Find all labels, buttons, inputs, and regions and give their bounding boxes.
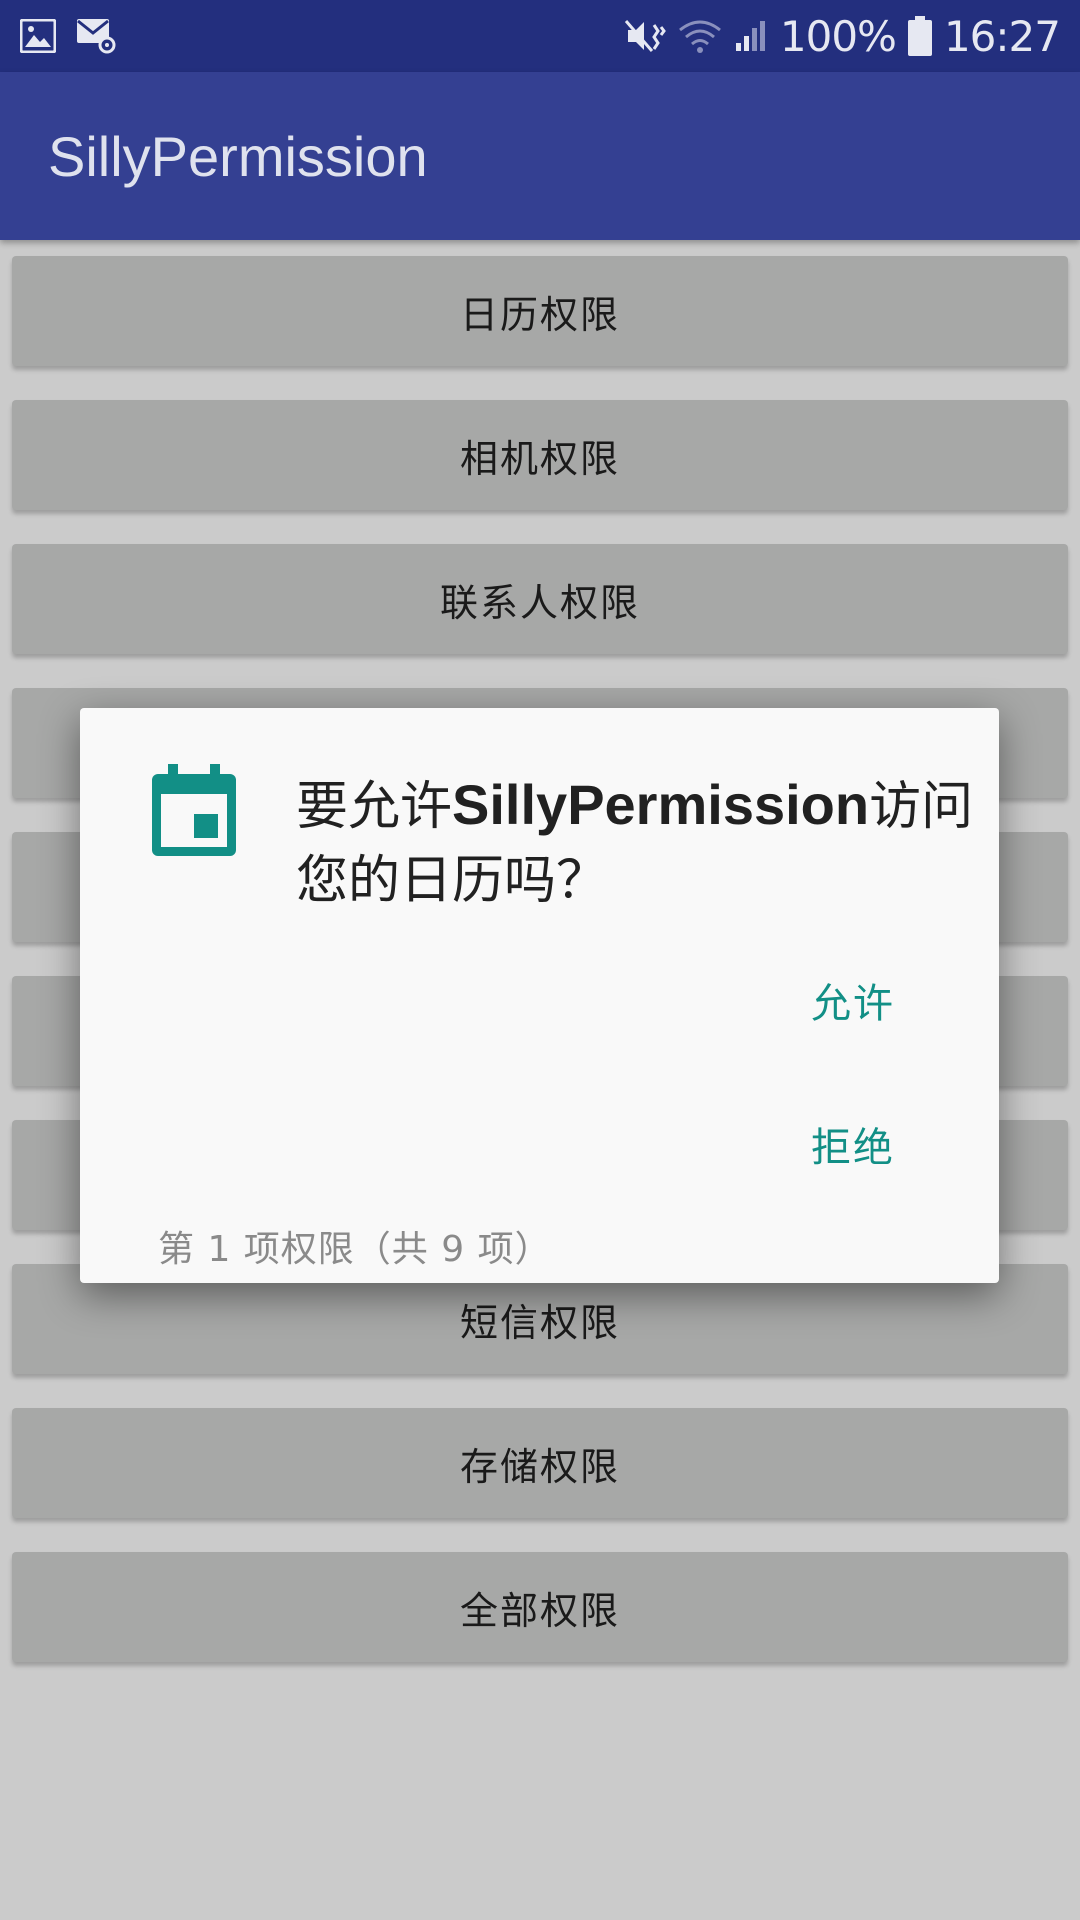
clock: 16:27: [943, 11, 1061, 61]
calendar-permission-button[interactable]: 日历权限: [12, 256, 1068, 366]
all-permissions-button[interactable]: 全部权限: [12, 1552, 1068, 1662]
contacts-permission-button[interactable]: 联系人权限: [12, 544, 1068, 654]
camera-permission-button[interactable]: 相机权限: [12, 400, 1068, 510]
dialog-message-app-name: SillyPermission: [452, 773, 870, 836]
storage-permission-button[interactable]: 存储权限: [12, 1408, 1068, 1518]
image-icon: [20, 19, 56, 53]
status-right: 100% 16:27: [624, 11, 1061, 61]
app-title: SillyPermission: [48, 124, 428, 188]
status-left: [20, 18, 116, 54]
battery-icon: [907, 16, 932, 56]
battery-percent: 100%: [779, 11, 897, 61]
calendar-icon: [152, 764, 236, 856]
permission-dialog: 要允许SillyPermission访问您的日历吗？ 允许 拒绝 第 1 项权限…: [80, 708, 999, 1283]
permission-count-text: 第 1 项权限（共 9 项）: [158, 1229, 552, 1270]
app-bar: SillyPermission: [0, 72, 1080, 240]
dialog-message-prefix: 要允许: [296, 777, 453, 837]
allow-button[interactable]: 允许: [775, 960, 895, 1040]
deny-button[interactable]: 拒绝: [775, 1104, 895, 1184]
mail-settings-icon: [76, 18, 116, 54]
dialog-message: 要允许SillyPermission访问您的日历吗？: [296, 768, 976, 918]
mute-vibrate-icon: [624, 17, 666, 55]
status-bar: 100% 16:27: [0, 0, 1080, 72]
signal-icon: [734, 19, 768, 53]
wifi-icon: [678, 18, 722, 54]
